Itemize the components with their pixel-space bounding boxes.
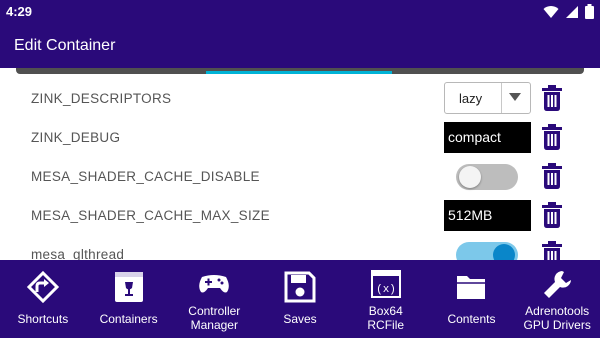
- env-var-row-zink-debug: ZINK_DEBUG compact: [0, 118, 600, 156]
- nav-label-line2: RCFile: [367, 318, 405, 332]
- status-time: 4:29: [6, 4, 33, 19]
- page-title: Edit Container: [14, 37, 116, 54]
- env-var-row-zink-descriptors: ZINK_DESCRIPTORS lazy: [0, 79, 600, 117]
- nav-label: Contents: [447, 312, 496, 326]
- tab-strip: [16, 68, 584, 74]
- env-var-row-mesa-glthread: mesa_glthread: [0, 235, 600, 260]
- container-box-icon: [114, 272, 143, 302]
- nav-adrenotools-gpu-drivers[interactable]: Adrenotools GPU Drivers: [514, 260, 600, 338]
- nav-label-line2: Manager: [190, 318, 238, 332]
- dropdown-arrow-icon: [509, 93, 521, 101]
- mesa-shader-cache-disable-toggle[interactable]: [456, 164, 518, 190]
- nav-controller-manager[interactable]: Controller Manager: [171, 260, 257, 338]
- select-value: lazy: [459, 91, 483, 106]
- battery-icon: [585, 4, 594, 19]
- signal-icon: [566, 5, 578, 18]
- env-var-name: ZINK_DESCRIPTORS: [31, 91, 172, 106]
- trash-icon[interactable]: [541, 202, 563, 228]
- nav-label: Saves: [283, 312, 317, 326]
- toggle-knob: [459, 166, 481, 188]
- floppy-disk-icon: [284, 271, 316, 303]
- env-var-name: ZINK_DEBUG: [31, 130, 121, 145]
- gamepad-icon: [199, 275, 230, 293]
- env-var-row-mesa-shader-cache-disable: MESA_SHADER_CACHE_DISABLE: [0, 157, 600, 195]
- wrench-icon: [544, 271, 572, 298]
- nav-label: Shortcuts: [17, 312, 69, 326]
- mesa-glthread-toggle[interactable]: [456, 242, 518, 260]
- nav-label: Controller: [188, 304, 241, 318]
- environment-variables-panel[interactable]: ZINK_DESCRIPTORS lazy ZINK_DEBUG compact: [0, 68, 600, 260]
- trash-icon[interactable]: [541, 85, 563, 111]
- svg-text:(x): (x): [376, 284, 396, 296]
- status-icons: [543, 4, 594, 19]
- nav-label: Containers: [99, 312, 158, 326]
- env-var-name: MESA_SHADER_CACHE_MAX_SIZE: [31, 208, 270, 223]
- status-bar: 4:29: [0, 0, 600, 24]
- nav-shortcuts[interactable]: Shortcuts: [0, 260, 86, 338]
- nav-box64-rcfile[interactable]: (x) Box64 RCFile: [343, 260, 429, 338]
- nav-saves[interactable]: Saves: [257, 260, 343, 338]
- nav-label-line2: GPU Drivers: [523, 318, 591, 332]
- app-bar: Edit Container: [0, 24, 600, 68]
- shortcut-icon: [26, 270, 59, 304]
- nav-contents[interactable]: Contents: [429, 260, 515, 338]
- variable-window-icon: (x): [370, 270, 401, 298]
- mesa-shader-cache-max-size-input[interactable]: 512MB: [444, 200, 531, 231]
- nav-label: Box64: [368, 304, 403, 318]
- select-divider: [501, 83, 502, 113]
- trash-icon[interactable]: [541, 163, 563, 189]
- trash-icon[interactable]: [541, 241, 563, 260]
- nav-label: Adrenotools: [525, 304, 590, 318]
- folder-icon: [457, 276, 486, 299]
- wifi-icon: [543, 5, 559, 18]
- bottom-navigation: Shortcuts Containers Controller Manager: [0, 260, 600, 338]
- zink-debug-input[interactable]: compact: [444, 122, 531, 153]
- tab-indicator: [206, 71, 392, 74]
- env-var-row-mesa-shader-cache-max-size: MESA_SHADER_CACHE_MAX_SIZE 512MB: [0, 196, 600, 234]
- env-var-name: MESA_SHADER_CACHE_DISABLE: [31, 169, 260, 184]
- env-var-name: mesa_glthread: [31, 247, 125, 260]
- zink-descriptors-select[interactable]: lazy: [444, 82, 531, 114]
- toggle-knob: [493, 244, 515, 260]
- trash-icon[interactable]: [541, 124, 563, 150]
- nav-containers[interactable]: Containers: [86, 260, 172, 338]
